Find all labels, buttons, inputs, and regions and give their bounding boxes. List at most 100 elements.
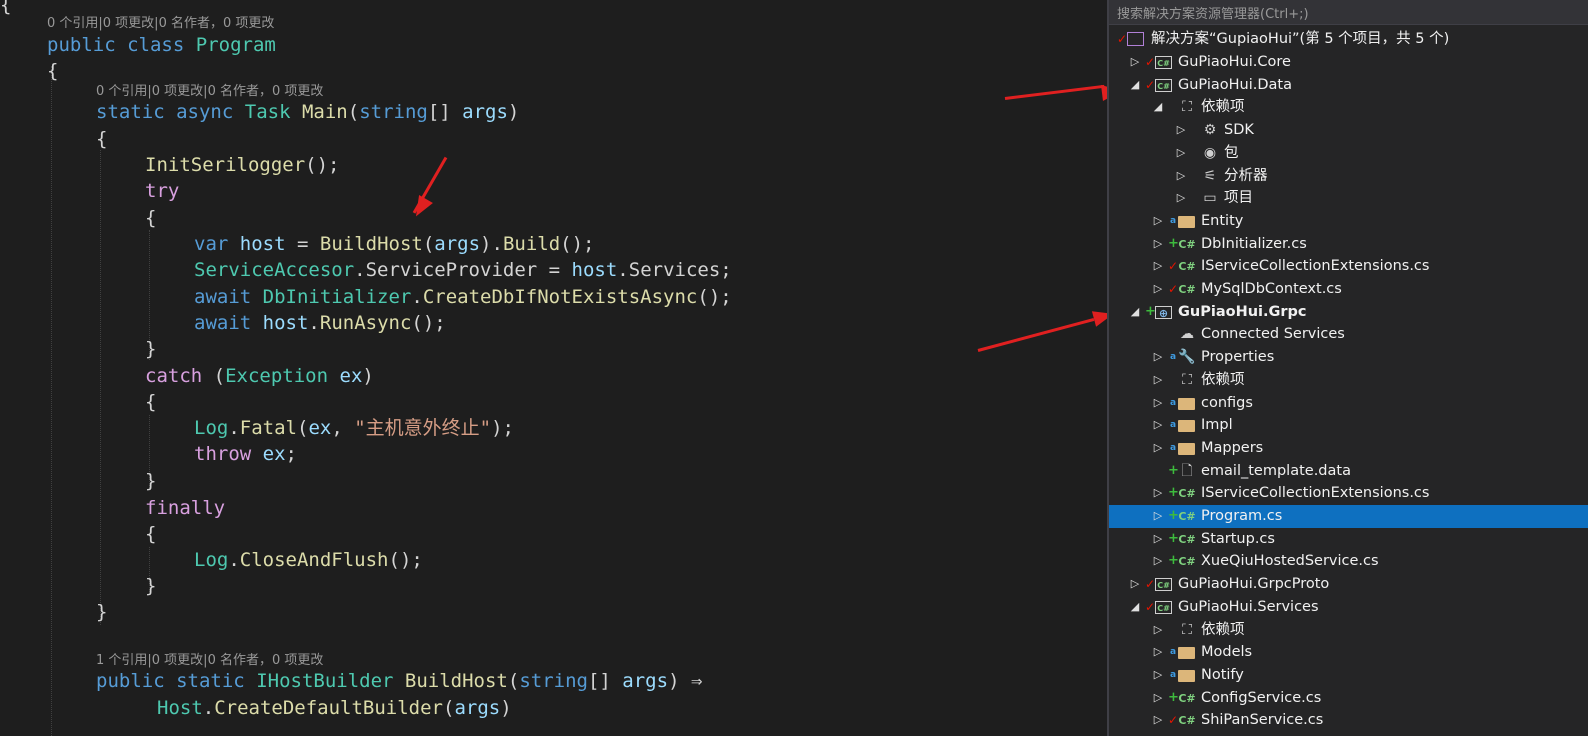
tree-node[interactable]: ▷ ✓ C# ShiPanService.cs <box>1109 709 1588 732</box>
tree-node[interactable]: ▷ ✓ C# MySqlDbContext.cs <box>1109 278 1588 301</box>
expand-arrow-icon[interactable]: ▷ <box>1129 51 1141 74</box>
tree-node[interactable]: ▷ a Entity <box>1109 210 1588 233</box>
tree-node[interactable]: ▷ a Impl <box>1109 414 1588 437</box>
tree-node[interactable]: ▷ + C# DbInitializer.cs <box>1109 233 1588 256</box>
checked-in-icon: ✓ <box>1145 577 1156 592</box>
expand-arrow-icon[interactable]: ▷ <box>1152 505 1164 528</box>
tree-node-label: Mappers <box>1201 439 1264 456</box>
checked-in-icon: ✓ <box>1168 259 1179 274</box>
tree-node[interactable]: ▷ ◉ 包 <box>1109 142 1588 165</box>
tree-node[interactable]: ▷ ⚙ SDK <box>1109 119 1588 142</box>
keyword: class <box>127 34 185 56</box>
code-line-service-accessor: ServiceAccesor.ServiceProvider = host.Se… <box>194 257 732 283</box>
tree-node[interactable]: ▷ a Mappers <box>1109 437 1588 460</box>
expand-arrow-icon[interactable]: ▷ <box>1152 709 1164 732</box>
expand-arrow-icon[interactable]: ▷ <box>1152 619 1164 642</box>
expand-arrow-icon[interactable]: ▷ <box>1152 528 1164 551</box>
tree-node[interactable]: ▷ ✓ C# IServiceCollectionExtensions.cs <box>1109 255 1588 278</box>
expand-arrow-icon[interactable]: ▷ <box>1175 142 1187 165</box>
tree-node[interactable]: ▷ + C# Program.cs <box>1109 505 1588 528</box>
expand-arrow-icon[interactable]: ▷ <box>1152 210 1164 233</box>
variable-name: ex <box>308 417 332 439</box>
punct: = <box>537 259 572 281</box>
tree-node[interactable]: ▷ ✓ C# GuPiaoHui.Core <box>1109 51 1588 74</box>
brace: { <box>96 128 108 150</box>
expand-arrow-icon[interactable]: ▷ <box>1152 437 1164 460</box>
punct: . <box>411 286 423 308</box>
expand-arrow-icon[interactable]: ▷ <box>1175 119 1187 142</box>
code-line-throw: throw ex; <box>194 441 297 467</box>
tree-node[interactable]: + 🗋 email_template.data <box>1109 460 1588 483</box>
search-explorer-input[interactable]: 搜索解决方案资源管理器(Ctrl+;) <box>1109 0 1588 25</box>
tree-node[interactable]: ▷ ⚟ 分析器 <box>1109 165 1588 188</box>
expand-arrow-icon[interactable]: ▷ <box>1152 369 1164 392</box>
tree-node-label: Properties <box>1201 349 1275 366</box>
solution-node[interactable]: ✓ 解决方案“GupiaoHui”(第 5 个项目，共 5 个) <box>1109 28 1588 51</box>
punct: ) <box>362 365 374 387</box>
csharp-project-icon: C# <box>1155 78 1172 92</box>
collapse-arrow-icon[interactable]: ◢ <box>1152 96 1164 119</box>
expand-arrow-icon[interactable]: ▷ <box>1152 255 1164 278</box>
method-name: BuildHost <box>404 670 508 692</box>
punct: ). <box>480 233 503 255</box>
tree-node-label: Connected Services <box>1201 326 1345 343</box>
expand-arrow-icon[interactable]: ▷ <box>1152 641 1164 664</box>
tree-node[interactable]: ▷ + C# ConfigService.cs <box>1109 687 1588 710</box>
tree-node[interactable]: ☁ Connected Services <box>1109 323 1588 346</box>
tree-node-label: GuPiaoHui.Services <box>1178 598 1319 615</box>
tree-node[interactable]: ▷ a configs <box>1109 392 1588 415</box>
expand-arrow-icon[interactable]: ▷ <box>1129 573 1141 596</box>
lock-icon: a <box>1169 215 1177 226</box>
tree-node[interactable]: ▷ ⛶ 依赖项 <box>1109 619 1588 642</box>
collapse-arrow-icon[interactable]: ◢ <box>1129 74 1141 97</box>
expand-arrow-icon[interactable]: ▷ <box>1152 392 1164 415</box>
solution-explorer: 搜索解决方案资源管理器(Ctrl+;) ✓ 解决方案“GupiaoHui”(第 … <box>1107 0 1588 736</box>
expand-arrow-icon[interactable]: ▷ <box>1152 482 1164 505</box>
tree-node[interactable]: ▷ ✓ C# GuPiaoHui.GrpcProto <box>1109 573 1588 596</box>
indent-guide <box>51 66 52 736</box>
collapse-arrow-icon[interactable]: ◢ <box>1129 301 1141 324</box>
punct: [] <box>587 670 623 692</box>
tree-node[interactable]: ▷ + C# Startup.cs <box>1109 528 1588 551</box>
tree-node[interactable]: ▷ ▭ 项目 <box>1109 187 1588 210</box>
expand-arrow-icon[interactable]: ▷ <box>1175 165 1187 188</box>
tree-node-label: GuPiaoHui.GrpcProto <box>1178 576 1330 593</box>
expand-arrow-icon[interactable]: ▷ <box>1152 346 1164 369</box>
expand-arrow-icon[interactable]: ▷ <box>1152 278 1164 301</box>
expand-arrow-icon[interactable]: ▷ <box>1152 664 1164 687</box>
expand-arrow-icon[interactable]: ▷ <box>1152 687 1164 710</box>
checked-in-icon: ✓ <box>1145 77 1156 92</box>
code-editor[interactable]: { 0 个引用|0 项更改|0 名作者，0 项更改 public class P… <box>0 0 1107 736</box>
keyword: public <box>96 670 165 692</box>
tree-node[interactable]: ▷ + C# IServiceCollectionExtensions.cs <box>1109 482 1588 505</box>
tree-node[interactable]: ▷ a Notify <box>1109 664 1588 687</box>
lock-icon: a <box>1169 442 1177 453</box>
expand-arrow-icon[interactable]: ▷ <box>1152 414 1164 437</box>
tree-node[interactable]: ◢ ✓ C# GuPiaoHui.Data <box>1109 74 1588 97</box>
code-lens-class[interactable]: 0 个引用|0 项更改|0 名作者，0 项更改 <box>47 15 274 33</box>
tree-node[interactable]: ▷ a Models <box>1109 641 1588 664</box>
punct: ( <box>347 101 360 123</box>
method-name: CloseAndFlush <box>239 549 389 571</box>
collapse-arrow-icon[interactable]: ◢ <box>1129 596 1141 619</box>
method-name: CreateDefaultBuilder <box>214 697 443 719</box>
dependencies-icon: ⛶ <box>1182 371 1192 388</box>
tree-node[interactable]: ◢ ✓ C# GuPiaoHui.Services <box>1109 596 1588 619</box>
tree-node[interactable]: ◢ + ⊕ GuPiaoHui.Grpc <box>1109 301 1588 324</box>
csharp-file-icon: C# <box>1178 714 1196 728</box>
expand-arrow-icon[interactable]: ▷ <box>1152 233 1164 256</box>
pending-add-icon: + <box>1168 530 1179 546</box>
tree-node[interactable]: ◢ ⛶ 依赖项 <box>1109 96 1588 119</box>
code-line: } <box>145 573 156 599</box>
expand-arrow-icon[interactable]: ▷ <box>1175 187 1187 210</box>
code-line: } <box>96 599 107 625</box>
expand-arrow-icon[interactable]: ▷ <box>1152 550 1164 573</box>
punct: . <box>308 312 320 334</box>
tree-node[interactable]: ▷ ⛶ 依赖项 <box>1109 369 1588 392</box>
checked-in-icon: ✓ <box>1168 713 1179 728</box>
lock-icon: a <box>1169 420 1177 431</box>
tree-node[interactable]: ▷ + C# XueQiuHostedService.cs <box>1109 550 1588 573</box>
tree-node[interactable]: ▷ a 🔧 Properties <box>1109 346 1588 369</box>
type-name: Task <box>244 101 291 123</box>
tree-node-label: GuPiaoHui.Grpc <box>1178 303 1307 320</box>
